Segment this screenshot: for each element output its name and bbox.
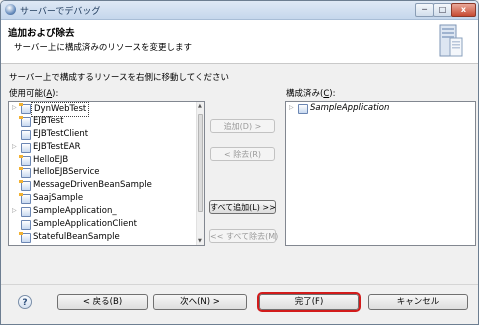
project-icon <box>19 103 31 114</box>
server-wizard-icon <box>439 24 463 57</box>
list-item-label: SampleApplicationClient <box>33 219 137 230</box>
list-item-label: SampleApplication <box>310 103 390 113</box>
expand-arrow-icon[interactable]: ▷ <box>12 205 17 218</box>
remove-all-button[interactable]: << すべて除去(M) <box>209 229 278 243</box>
project-icon <box>19 167 31 179</box>
list-item-label: MessageDrivenBeanSample <box>33 180 152 191</box>
available-list[interactable]: ▷ DynWebTest EJBTest EJBTestClient ▷ EJBTestE… <box>8 101 205 246</box>
next-button[interactable]: 次へ(N) > <box>153 294 247 310</box>
back-button[interactable]: < 戻る(B) <box>57 294 148 310</box>
list-item-label: SaajSample <box>33 193 84 204</box>
expand-arrow-icon[interactable]: ▷ <box>12 141 17 154</box>
list-item-label: HelloEJB <box>33 154 69 165</box>
project-icon <box>19 115 31 127</box>
dialog-window: サーバーでデバッグ ─ □ x 追加および除去 サーバー上に構成済みのリソースを… <box>0 0 479 325</box>
scroll-down-icon[interactable]: ▼ <box>198 238 202 244</box>
list-item-label: EJBTestEAR <box>33 141 81 152</box>
add-all-button[interactable]: すべて追加(L) >> <box>209 200 276 214</box>
expand-arrow-icon[interactable]: ▷ <box>12 102 17 115</box>
list-item[interactable]: SaajSample <box>9 192 204 205</box>
remove-button[interactable]: < 除去(R) <box>210 147 275 161</box>
configured-list[interactable]: ▷ SampleApplication <box>285 101 476 246</box>
eclipse-app-icon <box>5 4 16 15</box>
title-bar: サーバーでデバッグ ─ □ x <box>1 1 478 20</box>
close-button[interactable]: x <box>451 3 476 17</box>
list-item-label: HelloEJBService <box>33 167 100 178</box>
expand-arrow-icon[interactable]: ▷ <box>289 102 294 115</box>
jar-icon <box>21 129 31 140</box>
list-item[interactable]: ▷ SampleApplication <box>286 102 475 115</box>
list-item[interactable]: HelloEJB <box>9 154 204 167</box>
available-label: 使用可能(A): <box>9 89 59 99</box>
project-icon <box>19 154 31 166</box>
footer-separator <box>1 284 478 285</box>
maximize-button[interactable]: □ <box>433 3 452 17</box>
page-title: 追加および除去 <box>8 28 75 39</box>
list-item-label: EJBTest <box>33 115 64 126</box>
list-item[interactable]: MessageDrivenBeanSample <box>9 179 204 192</box>
ear-icon <box>21 207 31 218</box>
minimize-button[interactable]: ─ <box>415 3 434 17</box>
list-item[interactable]: ▷ DynWebTest <box>9 102 204 117</box>
list-item-label: EJBTestClient <box>33 128 89 139</box>
add-button[interactable]: 追加(D) > <box>210 119 275 133</box>
page-subtitle: サーバー上に構成済みのリソースを変更します <box>14 43 192 53</box>
instruction-text: サーバー上で構成するリソースを右側に移動してください <box>9 73 229 83</box>
list-item-label: SampleApplication_ <box>33 206 117 217</box>
list-item-label: StatefulBeanSample <box>33 231 120 242</box>
scroll-up-icon[interactable]: ▲ <box>198 103 202 109</box>
list-item[interactable]: StatefulBeanSample <box>9 231 204 244</box>
wizard-header: 追加および除去 サーバー上に構成済みのリソースを変更します <box>1 20 478 64</box>
help-button[interactable]: ? <box>18 295 32 309</box>
list-item[interactable]: EJBTest <box>9 115 204 128</box>
configured-label: 構成済み(C): <box>286 89 336 99</box>
project-icon <box>19 180 31 192</box>
ear-icon <box>21 142 31 153</box>
list-item[interactable]: ▷ EJBTestEAR <box>9 141 204 154</box>
cancel-button[interactable]: キャンセル <box>368 294 468 310</box>
jar-icon <box>21 220 31 231</box>
list-item[interactable]: HelloEJBService <box>9 166 204 179</box>
project-icon <box>19 231 31 243</box>
list-item[interactable]: ▷ SampleApplication_ <box>9 205 204 218</box>
scroll-thumb[interactable] <box>198 114 203 212</box>
available-list-scrollbar[interactable]: ▲ ▼ <box>196 102 204 245</box>
finish-button[interactable]: 完了(F) <box>257 292 361 312</box>
list-item[interactable]: EJBTestClient <box>9 128 204 141</box>
ear-icon <box>298 104 308 114</box>
project-icon <box>19 193 31 205</box>
window-title: サーバーでデバッグ <box>20 7 101 17</box>
list-item[interactable]: SampleApplicationClient <box>9 218 204 231</box>
